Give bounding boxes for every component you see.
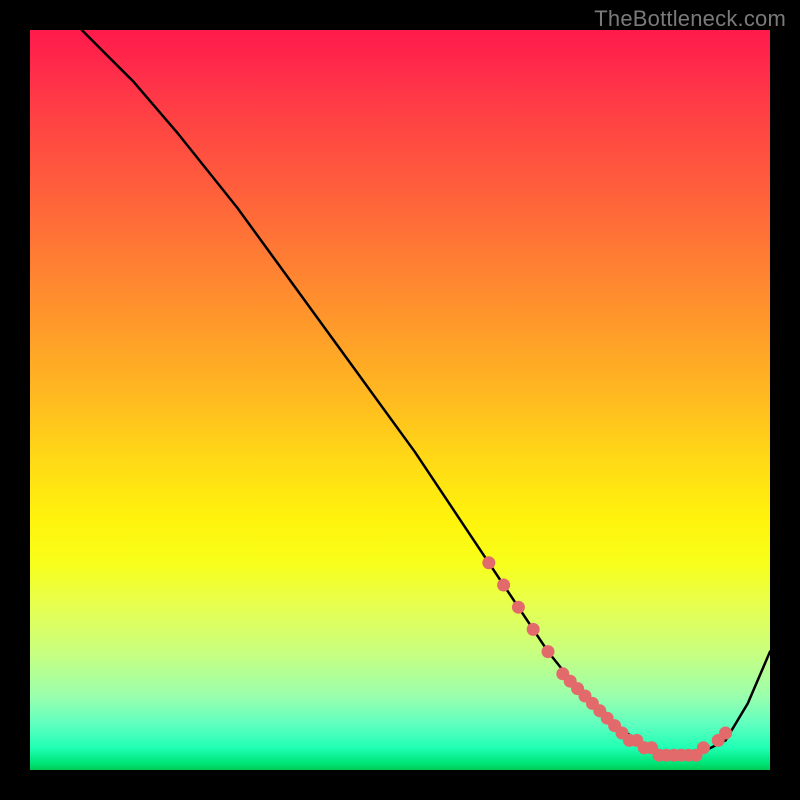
curve-markers	[482, 556, 732, 761]
curve-marker	[719, 727, 732, 740]
curve-line	[82, 30, 770, 755]
curve-marker	[697, 741, 710, 754]
chart-container: TheBottleneck.com	[0, 0, 800, 800]
curve-marker	[542, 645, 555, 658]
curve-marker	[512, 601, 525, 614]
curve-marker	[482, 556, 495, 569]
attribution-label: TheBottleneck.com	[594, 6, 786, 32]
curve-svg	[30, 30, 770, 770]
curve-marker	[497, 579, 510, 592]
plot-area	[30, 30, 770, 770]
curve-marker	[527, 623, 540, 636]
